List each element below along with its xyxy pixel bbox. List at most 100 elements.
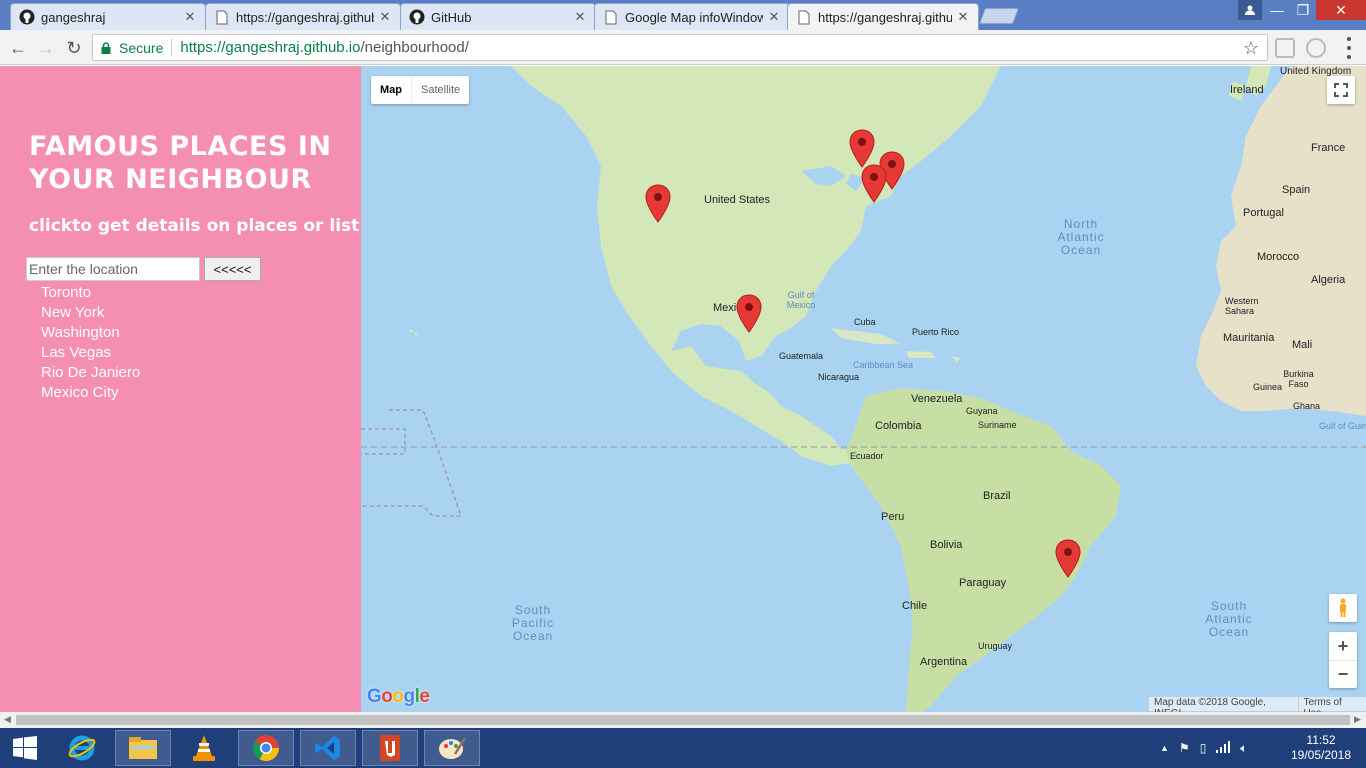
close-icon[interactable]: ✕ [183,9,197,25]
google-map[interactable]: United States Mexico Cuba Puerto Rico Gu… [361,66,1366,712]
map-label: Venezuela [911,393,963,405]
chrome-icon[interactable] [238,730,294,766]
window-close-icon[interactable]: ✕ [1316,0,1366,20]
browser-toolbar: ← → ↻ Secure https://gangeshraj.github.i… [0,30,1366,65]
page-icon [603,9,619,25]
terms-of-use-link[interactable]: Terms of Use [1297,697,1366,712]
battery-icon[interactable]: ▯ [1200,741,1207,755]
restore-icon[interactable]: ❐ [1290,0,1316,20]
system-clock[interactable]: 11:52 19/05/2018 [1284,733,1358,763]
vscode-icon[interactable] [300,730,356,766]
ocean-label: North Atlantic Ocean [1057,217,1105,257]
map-marker-rio-de-janiero[interactable] [1055,539,1081,579]
close-icon[interactable]: ✕ [767,9,781,25]
browser-tab[interactable]: gangeshraj ✕ [10,3,206,30]
sidebar-subtitle: clickto get details on places or list [29,216,360,236]
github-icon [19,9,35,25]
network-signal-icon[interactable] [1216,740,1231,756]
map-marker-las-vegas[interactable] [645,184,671,224]
action-center-flag-icon[interactable]: ⚑ [1179,741,1190,755]
ocean-label: South Pacific Ocean [511,603,555,643]
place-item-las-vegas[interactable]: Las Vegas [41,343,140,363]
place-item-rio-de-janiero[interactable]: Rio De Janiero [41,363,140,383]
map-label: Guatemala [779,351,824,361]
map-type-satellite-button[interactable]: Satellite [411,76,469,104]
places-list: Toronto New York Washington Las Vegas Ri… [41,283,140,403]
address-bar[interactable]: Secure https://gangeshraj.github.io/neig… [92,34,1268,61]
volume-icon[interactable]: 🔈︎ [1240,741,1247,756]
browser-tab-active[interactable]: https://gangeshraj.githu ✕ [787,3,979,30]
filter-button[interactable]: <<<<< [204,257,261,281]
office-icon[interactable] [362,730,418,766]
file-explorer-icon[interactable] [115,730,171,766]
scroll-right-icon[interactable]: ▶ [1354,714,1361,725]
street-view-pegman-icon[interactable] [1329,594,1357,622]
scrollbar-thumb[interactable] [16,715,1350,725]
water-label: Caribbean Sea [853,360,914,370]
zoom-out-icon[interactable]: − [1329,660,1357,688]
map-label: Puerto Rico [912,327,960,337]
map-marker-washington[interactable] [861,164,887,204]
map-marker-toronto[interactable] [849,129,875,169]
map-label: Chile [902,600,928,612]
google-logo: Google [367,686,430,707]
scroll-left-icon[interactable]: ◀ [4,714,11,725]
paint-icon[interactable] [424,730,480,766]
map-label: Portugal [1243,207,1284,219]
map-label: Nicaragua [818,372,860,382]
close-icon[interactable]: ✕ [573,9,587,25]
horizontal-scrollbar[interactable]: ◀ ▶ [0,712,1366,728]
bookmark-star-icon[interactable]: ☆ [1243,38,1259,59]
map-label: Cuba [854,317,876,327]
map-label: Bolivia [930,539,963,551]
browser-tab[interactable]: Google Map infoWindow ✕ [594,3,790,30]
fullscreen-icon[interactable] [1327,76,1355,104]
forward-icon[interactable]: → [34,36,58,60]
show-hidden-icons-icon[interactable]: ▲ [1160,743,1169,753]
zoom-in-icon[interactable]: + [1329,632,1357,660]
map-label: Morocco [1257,251,1300,263]
map-label: Brazil [983,490,1011,502]
user-profile-icon[interactable] [1238,0,1262,20]
browser-menu-icon[interactable] [1346,37,1352,59]
place-item-washington[interactable]: Washington [41,323,140,343]
tab-title: GitHub [431,9,472,25]
extension-icon[interactable] [1275,38,1295,58]
internet-explorer-icon[interactable] [54,730,110,766]
map-label: Guinea [1253,382,1283,392]
place-item-toronto[interactable]: Toronto [41,283,140,303]
map-label: Spain [1282,184,1311,196]
minimize-icon[interactable]: — [1264,0,1290,20]
map-label: United States [704,194,771,206]
map-type-map-button[interactable]: Map [371,76,411,104]
browser-tab[interactable]: GitHub ✕ [400,3,596,30]
tab-title: Google Map infoWindow [625,9,763,25]
place-item-mexico-city[interactable]: Mexico City [41,383,140,403]
back-icon[interactable]: ← [6,36,30,60]
place-item-new-york[interactable]: New York [41,303,140,323]
secure-indicator[interactable]: Secure [93,39,173,56]
tab-title: https://gangeshraj.github.i [236,9,374,25]
new-tab-button[interactable] [979,8,1019,24]
extension-icon[interactable] [1306,38,1326,58]
tab-title: gangeshraj [41,9,106,25]
close-icon[interactable]: ✕ [378,9,392,25]
url-host: https://gangeshraj.github.io [180,39,361,56]
map-label: Guyana [966,406,998,416]
vlc-icon[interactable] [176,730,232,766]
location-search-input[interactable] [26,257,200,281]
sidebar-title: FAMOUS PLACES IN YOUR NEIGHBOUR [29,131,332,195]
browser-tab[interactable]: https://gangeshraj.github.i ✕ [205,3,401,30]
lock-icon [101,41,111,54]
places-sidebar: FAMOUS PLACES IN YOUR NEIGHBOUR clickto … [0,66,361,712]
map-label: Ireland [1230,84,1264,96]
reload-icon[interactable]: ↻ [62,36,86,60]
start-icon[interactable] [0,730,50,766]
windows-taskbar: ▲ ⚑ ▯ 🔈︎ 11:52 19/05/2018 [0,728,1366,768]
water-label: Gulf of Mexico [786,290,816,310]
close-icon[interactable]: ✕ [956,9,970,25]
map-label: Suriname [978,420,1017,430]
page-icon [214,9,230,25]
map-marker-mexico-city[interactable] [736,294,762,334]
map-label: Colombia [875,420,922,432]
